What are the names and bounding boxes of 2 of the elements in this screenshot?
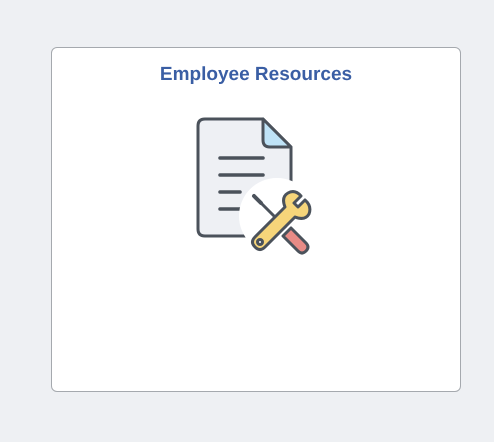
tile[interactable]: Employee Resources <box>51 47 461 392</box>
tile-title: Employee Resources <box>160 63 352 87</box>
